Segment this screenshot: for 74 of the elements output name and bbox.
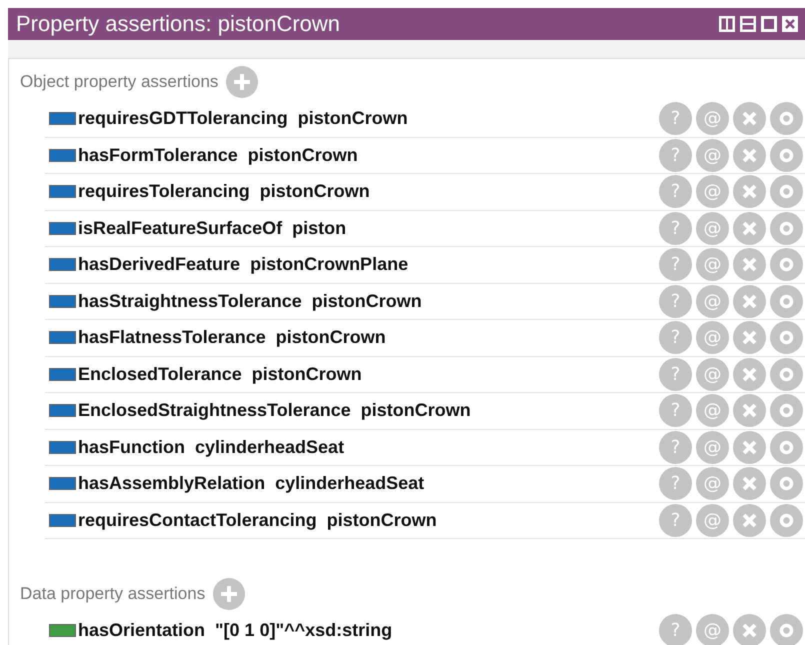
- split-vertical-icon[interactable]: [718, 15, 736, 33]
- assertion-text: hasFormTolerance pistonCrown: [78, 144, 358, 166]
- delete-icon[interactable]: [733, 504, 766, 537]
- ring-icon[interactable]: [770, 358, 803, 391]
- action-button[interactable]: @: [696, 175, 729, 208]
- assertion-text: EnclosedStraightnessTolerance pistonCrown: [78, 400, 471, 422]
- assertion-text: hasDerivedFeature pistonCrownPlane: [78, 254, 408, 276]
- assertion-text: hasAssemblyRelation cylinderheadSeat: [78, 473, 424, 494]
- assertion-text: isRealFeatureSurfaceOf piston: [78, 218, 346, 239]
- assertion-text: EnclosedTolerance pistonCrown: [78, 364, 362, 385]
- ring-icon[interactable]: [770, 212, 803, 245]
- assertion-text: hasOrientation "[0 1 0]"^^xsd:string: [78, 620, 392, 642]
- action-button[interactable]: @: [696, 102, 729, 136]
- delete-icon[interactable]: [733, 321, 766, 354]
- ring-icon[interactable]: [770, 321, 803, 354]
- delete-icon[interactable]: [733, 138, 766, 172]
- section-title: Object property assertions: [20, 72, 218, 92]
- add-icon[interactable]: [213, 578, 246, 610]
- action-button[interactable]: ?: [659, 467, 692, 500]
- ring-icon[interactable]: [770, 175, 803, 208]
- maximize-icon[interactable]: [760, 15, 778, 33]
- add-icon[interactable]: [226, 66, 258, 98]
- action-button[interactable]: ?: [659, 102, 692, 136]
- action-button[interactable]: ?: [659, 175, 692, 208]
- action-button[interactable]: @: [696, 212, 729, 245]
- ring-icon[interactable]: [770, 504, 803, 537]
- action-button[interactable]: @: [696, 504, 729, 537]
- section-title: Data property assertions: [20, 584, 206, 604]
- action-button[interactable]: @: [696, 614, 729, 645]
- action-button[interactable]: @: [696, 430, 729, 464]
- assertion-text: hasFunction cylinderheadSeat: [78, 436, 344, 458]
- action-button[interactable]: @: [696, 394, 729, 428]
- action-button[interactable]: @: [696, 138, 729, 172]
- close-icon[interactable]: [781, 15, 799, 33]
- action-button[interactable]: @: [696, 248, 729, 282]
- delete-icon[interactable]: [733, 102, 766, 136]
- delete-icon[interactable]: [733, 358, 766, 391]
- action-button[interactable]: ?: [659, 358, 692, 391]
- action-button[interactable]: ?: [659, 284, 692, 318]
- ring-icon[interactable]: [770, 138, 803, 172]
- ring-icon[interactable]: [770, 614, 803, 645]
- ring-icon[interactable]: [770, 248, 803, 282]
- delete-icon[interactable]: [733, 394, 766, 428]
- action-button[interactable]: ?: [659, 321, 692, 354]
- assertion-text: requiresContactTolerancing pistonCrown: [78, 510, 437, 531]
- window-title: Property assertions: pistonCrown: [16, 11, 340, 37]
- ring-icon[interactable]: [770, 430, 803, 464]
- delete-icon[interactable]: [733, 212, 766, 245]
- action-button[interactable]: @: [696, 321, 729, 354]
- delete-icon[interactable]: [733, 248, 766, 282]
- action-button[interactable]: @: [696, 284, 729, 318]
- action-button[interactable]: ?: [659, 212, 692, 245]
- split-horizontal-icon[interactable]: [739, 15, 757, 33]
- action-button[interactable]: ?: [659, 138, 692, 172]
- ring-icon[interactable]: [770, 102, 803, 136]
- action-button[interactable]: ?: [659, 430, 692, 464]
- assertion-text: hasFlatnessTolerance pistonCrown: [78, 327, 386, 348]
- delete-icon[interactable]: [733, 430, 766, 464]
- action-button[interactable]: @: [696, 467, 729, 500]
- action-button[interactable]: ?: [659, 614, 692, 645]
- action-button[interactable]: ?: [659, 394, 692, 428]
- assertion-text: requiresTolerancing pistonCrown: [78, 181, 370, 202]
- ring-icon[interactable]: [770, 467, 803, 500]
- action-button[interactable]: ?: [659, 504, 692, 537]
- delete-icon[interactable]: [733, 467, 766, 500]
- ring-icon[interactable]: [770, 284, 803, 318]
- delete-icon[interactable]: [733, 284, 766, 318]
- assertion-text: requiresGDTTolerancing pistonCrown: [78, 108, 408, 130]
- ring-icon[interactable]: [770, 394, 803, 428]
- action-button[interactable]: ?: [659, 248, 692, 282]
- delete-icon[interactable]: [733, 175, 766, 208]
- action-button[interactable]: @: [696, 358, 729, 391]
- delete-icon[interactable]: [733, 614, 766, 645]
- assertion-text: hasStraightnessTolerance pistonCrown: [78, 290, 422, 312]
